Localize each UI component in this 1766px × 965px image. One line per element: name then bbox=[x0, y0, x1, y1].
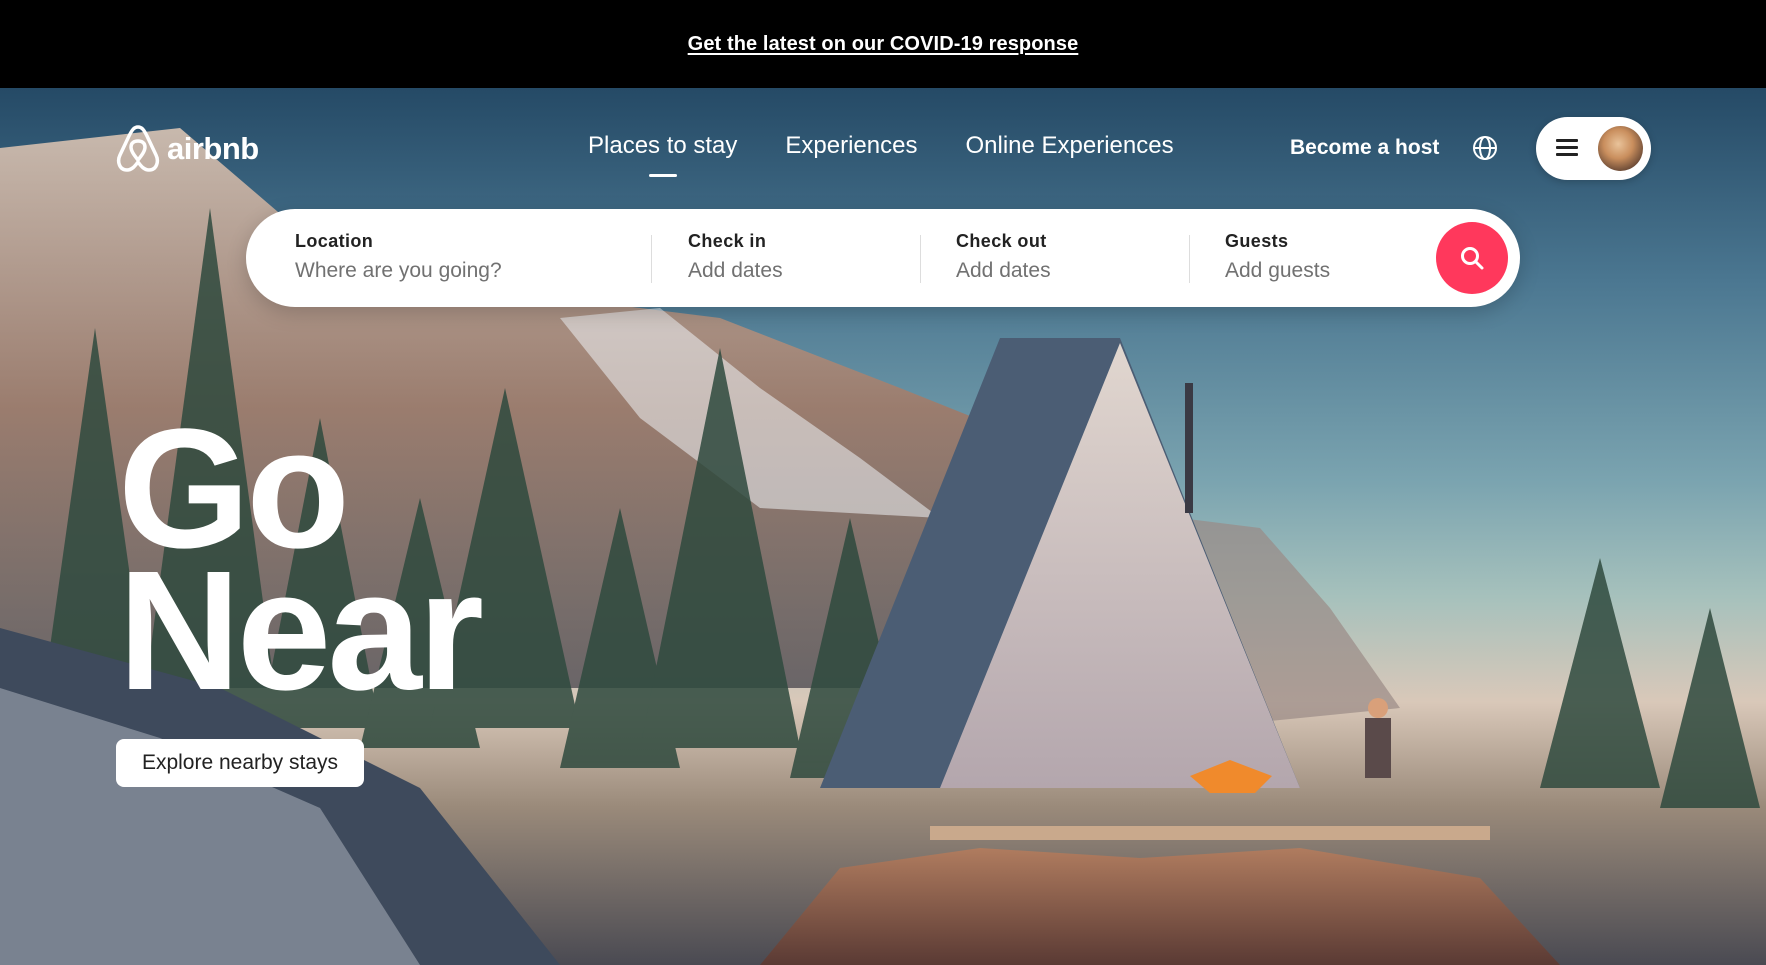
guests-label: Guests bbox=[1225, 231, 1289, 251]
search-icon bbox=[1461, 247, 1484, 270]
search-button[interactable] bbox=[1436, 222, 1508, 294]
checkin-field[interactable]: Check in Add dates bbox=[688, 231, 783, 283]
headline-line-2: Near bbox=[118, 536, 484, 726]
brand-name: airbnb bbox=[167, 131, 259, 166]
location-label: Location bbox=[295, 231, 374, 251]
checkout-input[interactable]: Add dates bbox=[956, 259, 1051, 283]
checkout-label: Check out bbox=[956, 231, 1047, 251]
checkout-field[interactable]: Check out Add dates bbox=[956, 231, 1051, 283]
location-input[interactable]: Where are you going? bbox=[295, 259, 502, 283]
explore-nearby-button[interactable]: Explore nearby stays bbox=[116, 739, 364, 787]
guests-input[interactable]: Add guests bbox=[1225, 259, 1330, 283]
divider bbox=[920, 235, 921, 283]
checkin-label: Check in bbox=[688, 231, 767, 251]
hamburger-icon bbox=[1556, 139, 1580, 157]
hero-section: airbnb Places to stay Experiences Online… bbox=[0, 88, 1766, 965]
divider bbox=[1189, 235, 1190, 283]
divider bbox=[651, 235, 652, 283]
top-nav: airbnb Places to stay Experiences Online… bbox=[0, 88, 1766, 208]
checkin-input[interactable]: Add dates bbox=[688, 259, 783, 283]
guests-field[interactable]: Guests Add guests bbox=[1225, 231, 1330, 283]
tab-places-to-stay[interactable]: Places to stay bbox=[588, 132, 737, 177]
covid-banner: Get the latest on our COVID-19 response bbox=[0, 0, 1766, 88]
tab-online-experiences[interactable]: Online Experiences bbox=[965, 132, 1173, 160]
avatar bbox=[1598, 126, 1643, 171]
airbnb-logo[interactable]: airbnb bbox=[115, 124, 259, 174]
hero-headline: Go Near bbox=[118, 404, 484, 726]
airbnb-logo-icon bbox=[116, 125, 160, 172]
nav-tabs: Places to stay Experiences Online Experi… bbox=[588, 132, 1174, 177]
location-field[interactable]: Location Where are you going? bbox=[295, 231, 502, 283]
tab-experiences[interactable]: Experiences bbox=[785, 132, 917, 160]
become-host-link[interactable]: Become a host bbox=[1290, 136, 1439, 160]
user-menu-button[interactable] bbox=[1536, 117, 1651, 180]
covid-response-link[interactable]: Get the latest on our COVID-19 response bbox=[688, 33, 1079, 56]
search-bar: Location Where are you going? Check in A… bbox=[246, 209, 1520, 307]
globe-icon[interactable] bbox=[1472, 135, 1498, 161]
